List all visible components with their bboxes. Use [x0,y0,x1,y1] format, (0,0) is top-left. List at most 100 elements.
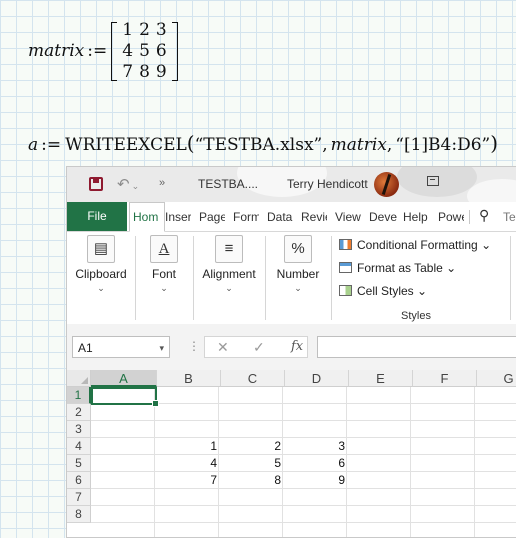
tab-file[interactable]: File [67,202,127,231]
chevron-down-icon: ⌄ [481,238,492,252]
select-all-button[interactable] [67,370,91,387]
cell-c5[interactable]: 5 [221,455,281,472]
row-header[interactable]: 3 [67,421,91,438]
row-header[interactable]: 1 [67,387,91,404]
font-group-button[interactable]: A Font ⌄ [139,235,189,294]
cell-c4[interactable]: 2 [221,438,281,455]
title-bar[interactable]: ↶ ⌄ » TESTBA.... Terry Hendicott [67,167,516,202]
chevron-down-icon[interactable]: ▾ [159,337,164,359]
number-label: Number [276,267,320,281]
user-avatar[interactable] [374,172,399,197]
cell-d6[interactable]: 9 [285,472,345,489]
matrix-variable-name: matrix [28,41,85,61]
tab-help[interactable]: Help [403,210,433,224]
cell-b4[interactable]: 1 [157,438,217,455]
active-cell-a1[interactable] [91,387,159,407]
group-divider [135,236,136,320]
font-color-icon: A [150,235,178,263]
tab-power-pivot[interactable]: Powe [438,210,464,224]
conditional-formatting-button[interactable]: Conditional Formatting ⌄ [339,238,491,252]
user-name[interactable]: Terry Hendicott [287,177,368,191]
font-label: Font [151,267,176,281]
group-divider [510,236,511,320]
alignment-label: Alignment [202,267,256,281]
tab-review[interactable]: Revie [301,210,327,224]
chevron-down-icon: ⌄ [225,283,233,293]
comma: , [386,135,393,155]
clipboard-icon: ▤ [87,235,115,263]
tab-developer[interactable]: Deve [369,210,397,224]
tab-view[interactable]: View [335,210,363,224]
row-header[interactable]: 5 [67,455,91,472]
tab-separator [469,210,470,224]
comma: , [322,135,328,155]
chevron-down-icon: ⌄ [294,283,302,293]
cell-d4[interactable]: 3 [285,438,345,455]
formula-bar-buttons: ✕ ✓ fx [204,336,308,358]
cell-styles-button[interactable]: Cell Styles ⌄ [339,284,427,298]
matrix-element: 7 [122,61,134,82]
column-header-c[interactable]: C [221,370,285,387]
assign-operator: := [41,135,62,155]
cell-b6[interactable]: 7 [157,472,217,489]
row-header[interactable]: 8 [67,506,91,523]
lightbulb-icon[interactable]: ⚲ [479,207,489,224]
clipboard-label: Clipboard [75,267,127,281]
cell-styles-label: Cell Styles [357,284,414,298]
undo-icon[interactable]: ↶ ⌄ [117,175,139,193]
ribbon-display-options-icon[interactable] [427,176,439,186]
matrix-element: 5 [139,40,150,61]
clipboard-group-button[interactable]: ▤ Clipboard ⌄ [73,235,129,294]
column-header-d[interactable]: D [285,370,349,387]
row-header[interactable]: 4 [67,438,91,455]
column-header-b[interactable]: B [157,370,221,387]
conditional-formatting-icon [339,239,352,250]
matrix-definition[interactable]: matrix := 1 2 3 4 5 6 7 8 9 [28,18,179,84]
format-as-table-button[interactable]: Format as Table ⌄ [339,261,456,275]
row-header[interactable]: 7 [67,489,91,506]
name-box[interactable]: A1 ▾ [72,336,170,358]
cell-d5[interactable]: 6 [285,455,345,472]
insert-function-icon[interactable]: fx [291,339,303,354]
cell-b5[interactable]: 4 [157,455,217,472]
row-header[interactable]: 6 [67,472,91,489]
cancel-icon[interactable]: ✕ [217,339,229,356]
more-options-icon[interactable]: ⋮ [188,339,200,353]
matrix-brackets: 1 2 3 4 5 6 7 8 9 [111,19,179,83]
row-header[interactable]: 2 [67,404,91,421]
tab-formulas[interactable]: Form [233,210,259,224]
tell-me-search[interactable]: Te [503,210,516,224]
group-divider [193,236,194,320]
tab-data[interactable]: Data [267,210,293,224]
column-header-f[interactable]: F [413,370,477,387]
column-header-g[interactable]: G [477,370,516,387]
number-group-button[interactable]: % Number ⌄ [269,235,327,294]
ribbon-home: ▤ Clipboard ⌄ A Font ⌄ ≡ Alignment ⌄ % N… [67,232,516,325]
writeexcel-formula[interactable]: a:= WRITEEXCEL(“TESTBA.xlsx”, matrix, “[1]B… [28,131,498,155]
worksheet-grid[interactable]: A B C D E F G 1 2 3 4 5 6 7 8 1 2 3 4 5 … [67,370,516,537]
tab-page-layout[interactable]: Page [199,210,225,224]
excel-window[interactable]: ↶ ⌄ » TESTBA.... Terry Hendicott File Hom… [66,166,516,538]
ribbon-tabs: File Hom Inser Page Form Data Revie View… [67,202,516,232]
filename-argument: “TESTBA.xlsx” [194,135,323,155]
tab-home[interactable]: Hom [129,202,165,232]
cell-styles-icon [339,285,352,296]
matrix-element: 1 [122,19,134,40]
formula-input[interactable] [317,336,516,358]
chevron-down-icon: ⌄ [97,283,105,293]
chevron-down-icon: ⌄ [446,261,457,275]
formula-bar: A1 ▾ ⋮ ✕ ✓ fx [67,324,516,370]
name-box-value: A1 [78,341,93,355]
matrix-element: 8 [139,61,150,82]
cell-c6[interactable]: 8 [221,472,281,489]
tab-home-label: Hom [133,210,159,224]
save-icon[interactable] [89,177,103,191]
alignment-group-button[interactable]: ≡ Alignment ⌄ [197,235,261,294]
matrix-element: 3 [155,19,167,40]
tab-insert[interactable]: Inser [165,210,191,224]
quick-access-more-icon[interactable]: » [159,177,165,189]
column-header-e[interactable]: E [349,370,413,387]
column-header-a[interactable]: A [91,370,157,387]
enter-icon[interactable]: ✓ [253,339,265,356]
conditional-formatting-label: Conditional Formatting [357,238,478,252]
